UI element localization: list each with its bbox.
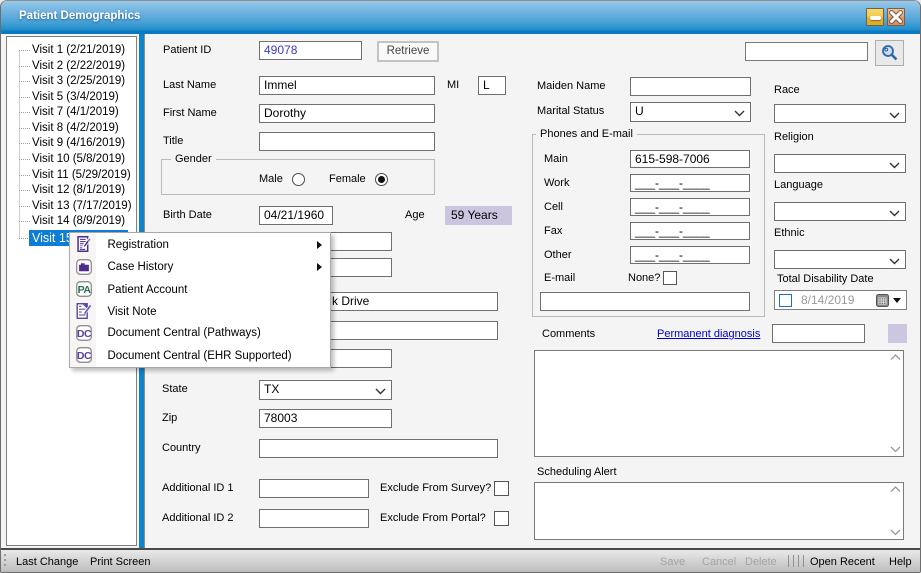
svg-text:DC: DC: [77, 350, 92, 362]
svg-text:PA: PA: [78, 284, 92, 296]
svg-text:DC: DC: [77, 328, 92, 340]
